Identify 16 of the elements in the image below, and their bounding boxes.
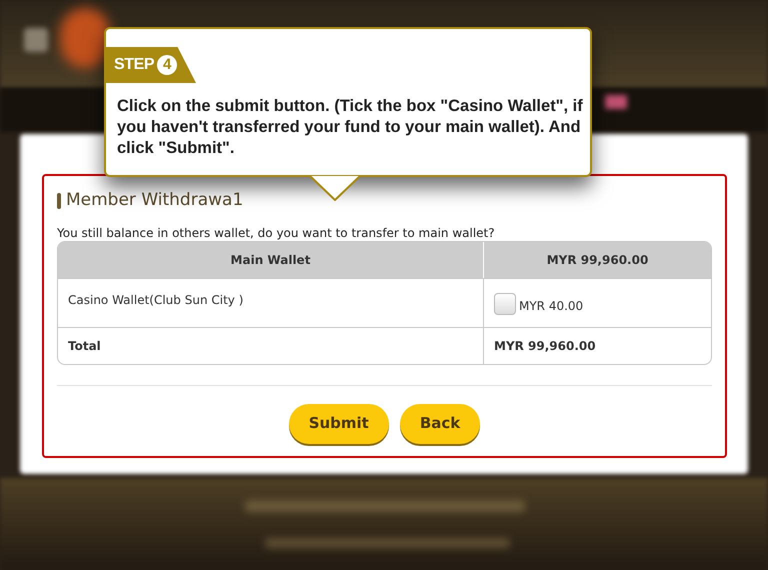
step-number: 4 xyxy=(157,55,178,75)
back-button[interactable]: Back xyxy=(400,404,480,444)
step-label: STEP xyxy=(114,55,154,75)
wallet-amount: MYR 40.00 xyxy=(519,298,584,314)
panel-title: Member Withdrawa1 xyxy=(66,189,244,212)
checkbox[interactable] xyxy=(494,292,516,314)
title-marker xyxy=(57,192,61,209)
table-header: Main Wallet xyxy=(58,242,484,278)
callout-text: Click on the submit button. (Tick the box "Casino Wallet", if you haven't transferred your fund to your main wallet). And click "Submit". xyxy=(117,96,584,159)
submit-button[interactable]: Submit xyxy=(288,404,389,444)
prompt-text: You still balance in others wallet, do you want to transfer to main wallet? xyxy=(57,226,496,240)
table-header: MYR 99,960.00 xyxy=(546,252,650,268)
flag-icon xyxy=(605,95,627,109)
table-cell: Casino Wallet(Club Sun City ) xyxy=(58,278,484,326)
table-cell: Total xyxy=(58,328,484,364)
table-cell-text: MYR 99,960.00 xyxy=(493,338,597,354)
